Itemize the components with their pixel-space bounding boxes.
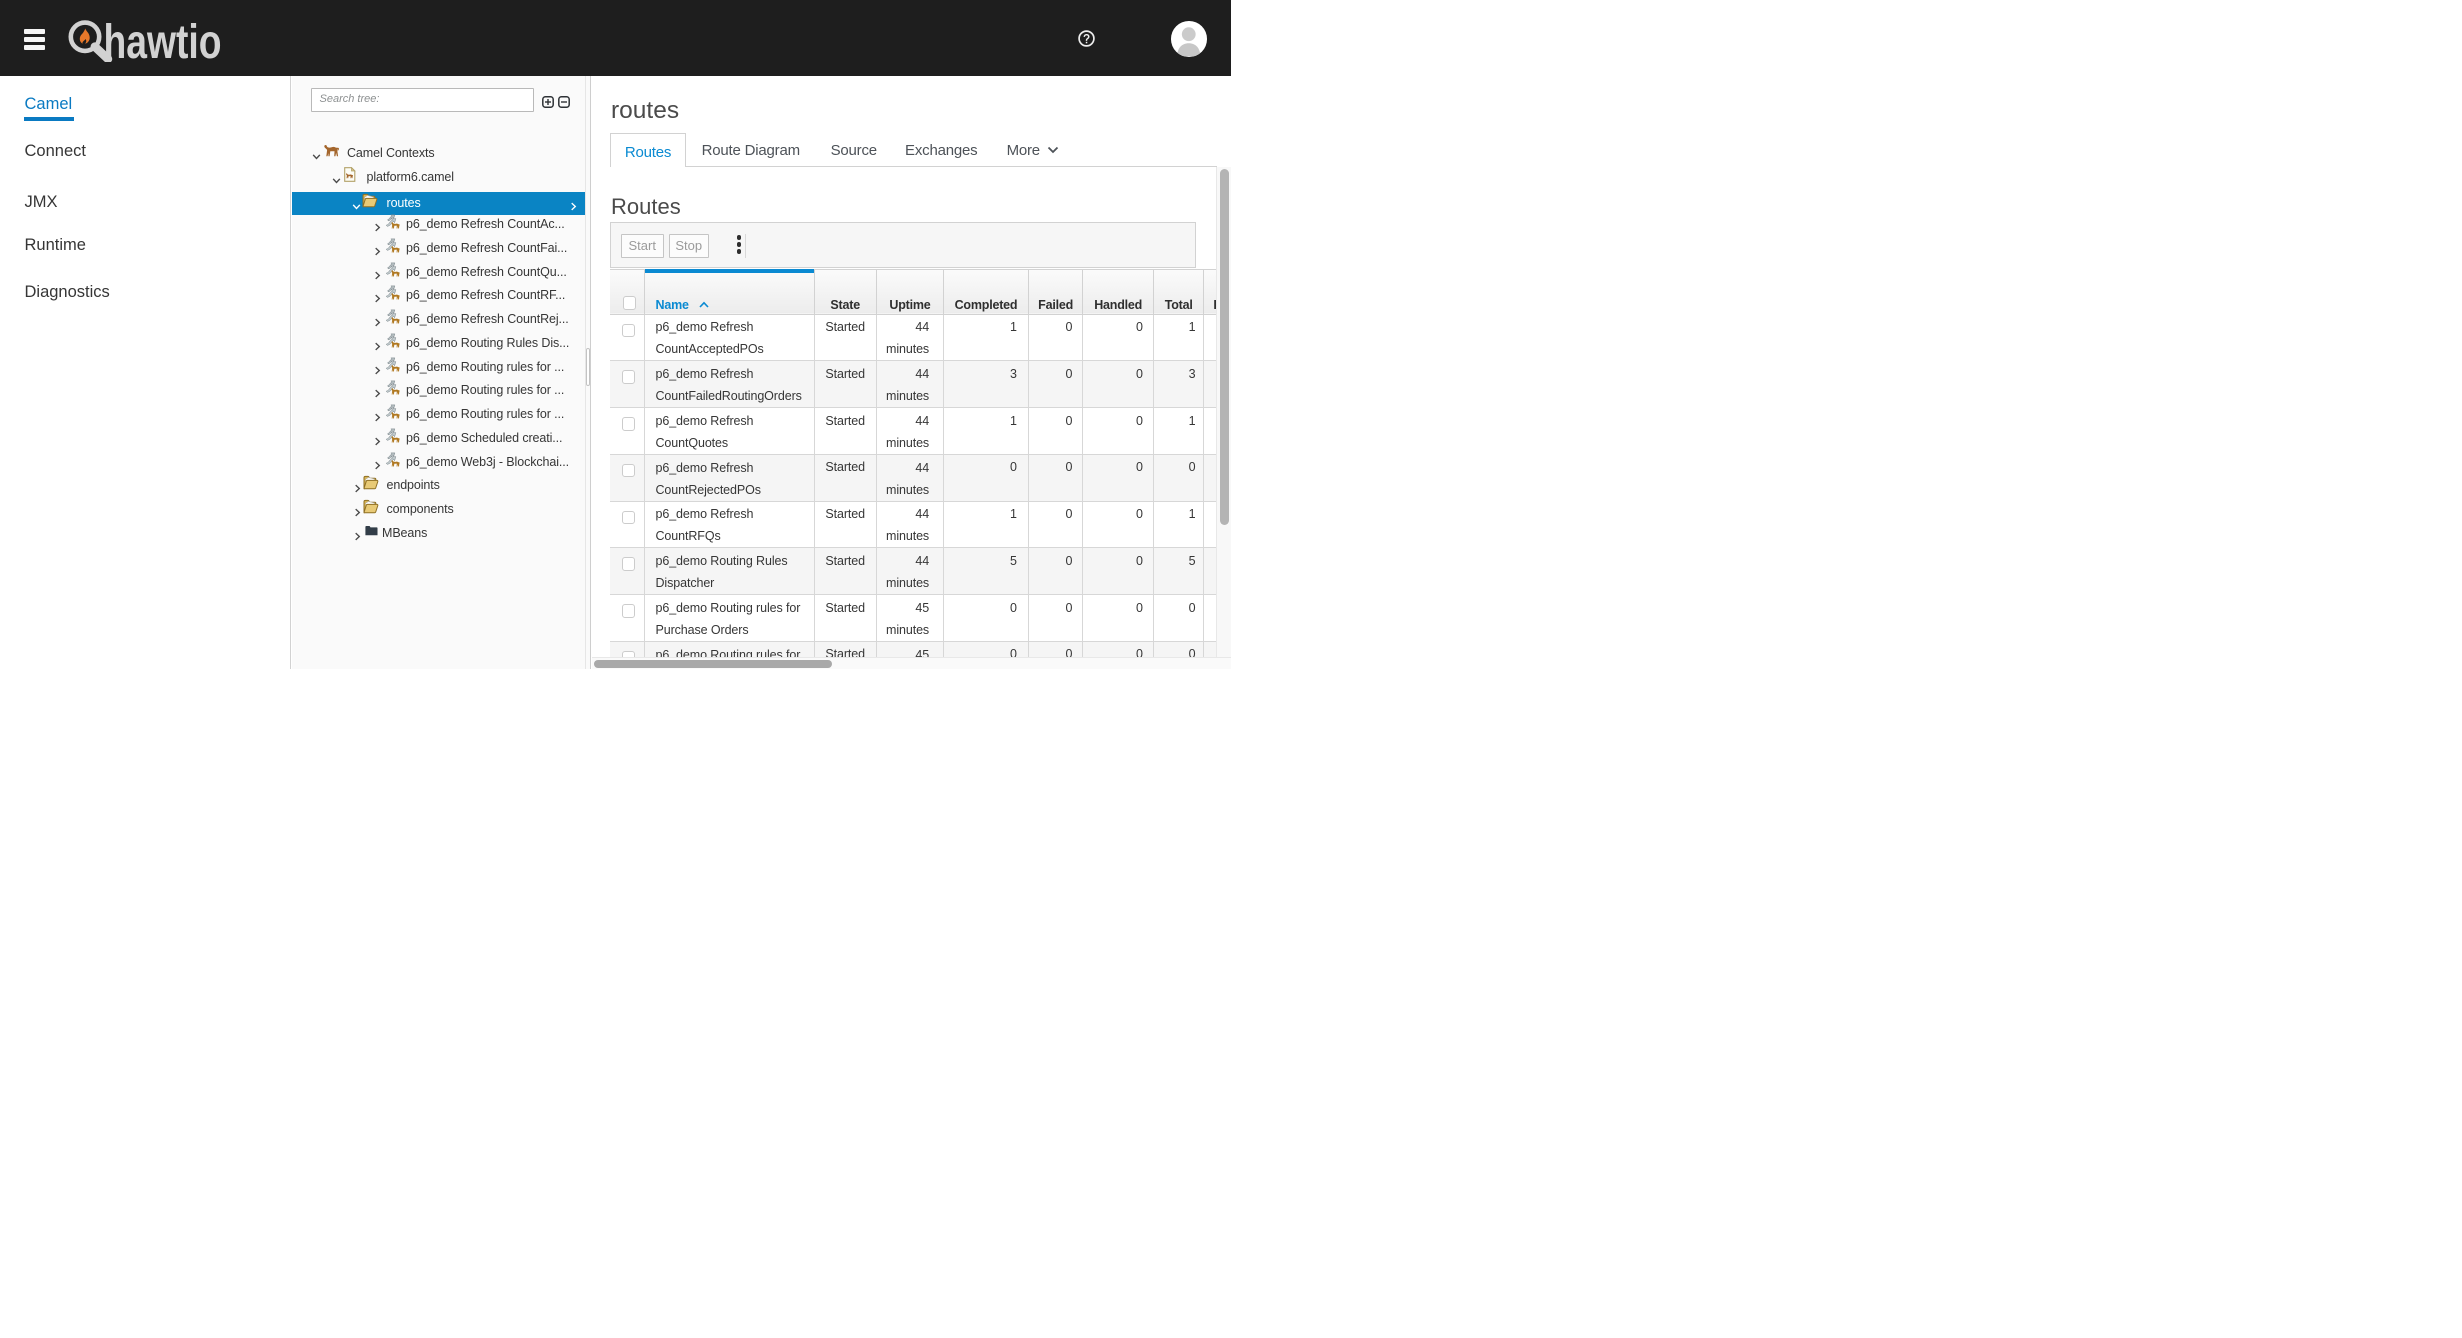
svg-text:hawtio: hawtio	[104, 18, 222, 62]
